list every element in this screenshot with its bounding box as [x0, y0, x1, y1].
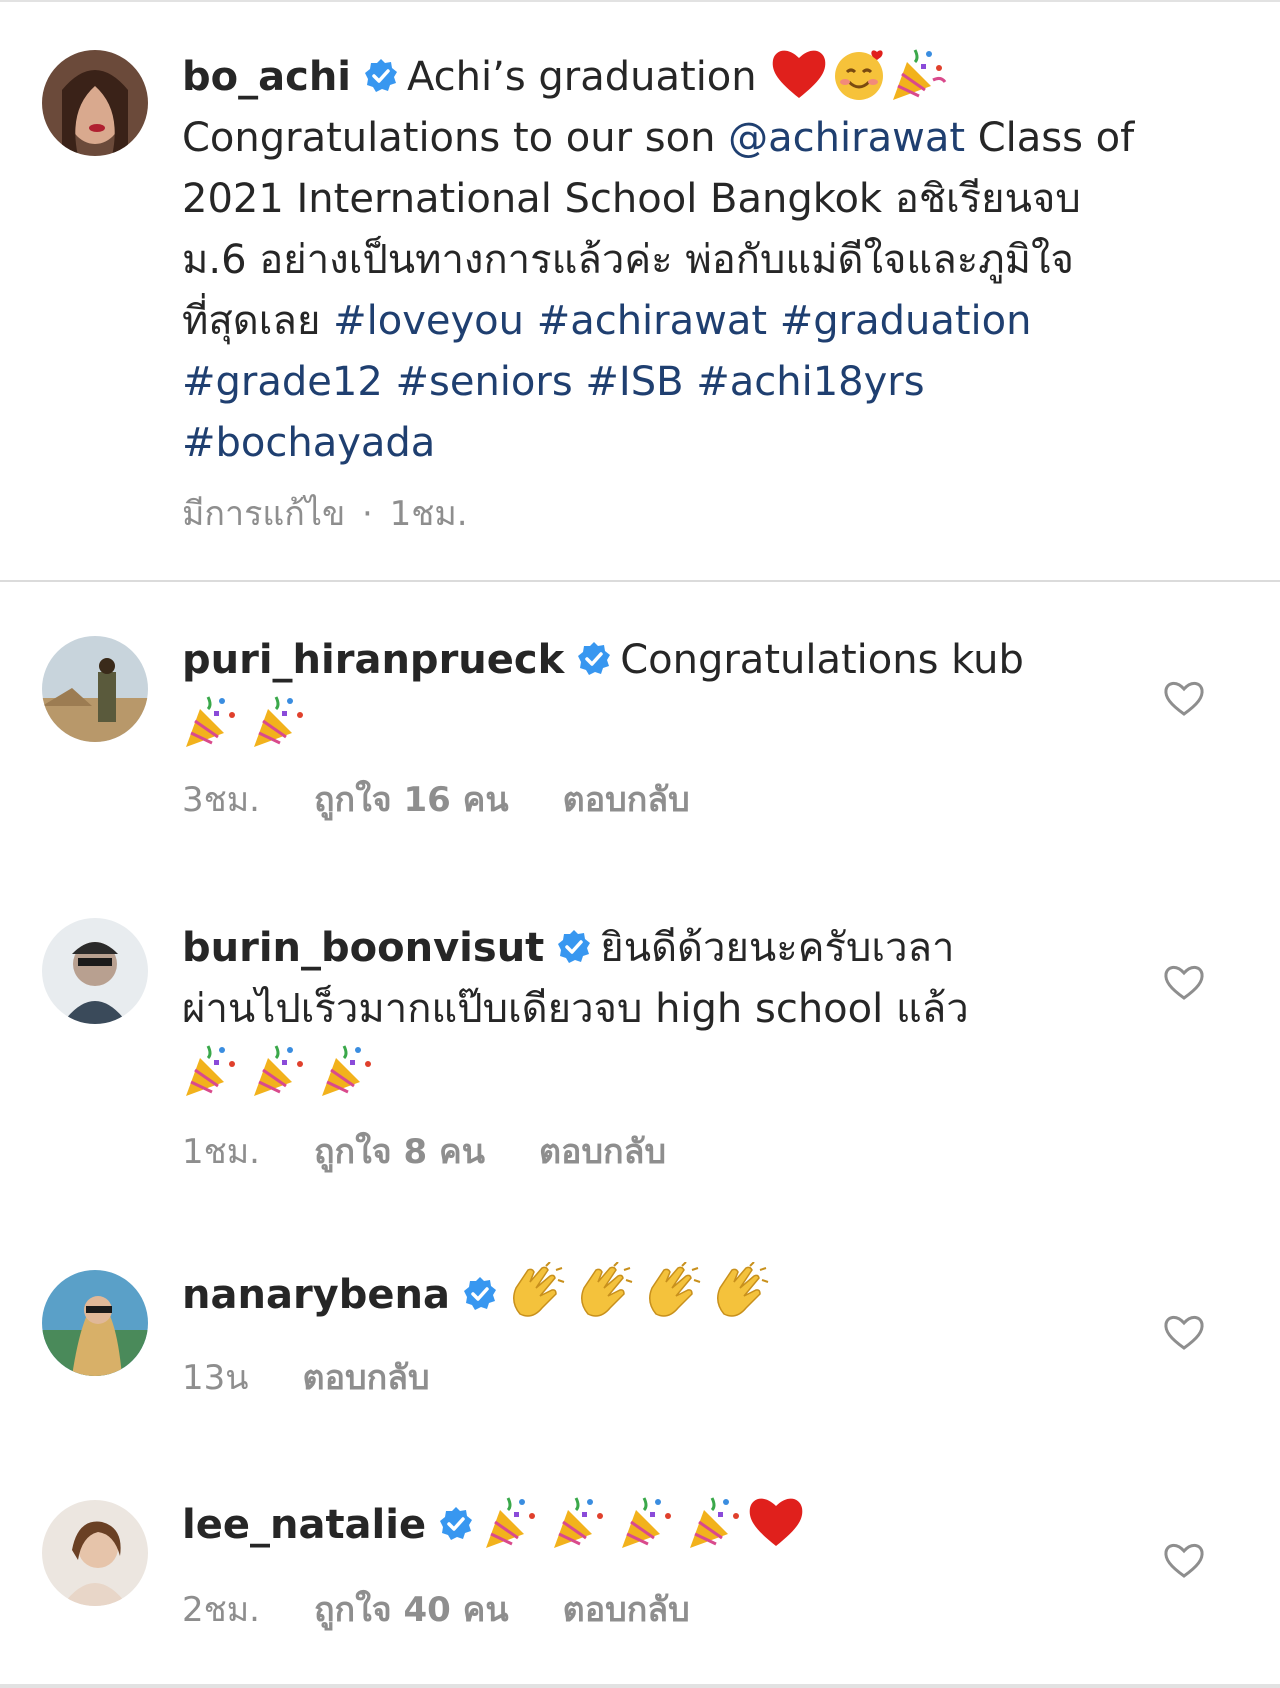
hashtag-links[interactable]: #loveyou #achirawat #graduation — [333, 298, 1031, 344]
comment-meta: 1ชม. ถูกใจ 8 คน ตอบกลับ — [182, 1124, 666, 1178]
party-popper-icon — [618, 1492, 678, 1550]
hashtag-links[interactable]: #bochayada — [182, 413, 1232, 474]
party-popper-icon — [550, 1492, 610, 1550]
comment-meta: 13น ตอบกลับ — [182, 1350, 430, 1404]
post-username[interactable]: bo_achi — [182, 54, 351, 100]
comment-username[interactable]: burin_boonvisut — [182, 925, 544, 971]
mention-link[interactable]: @achirawat — [728, 115, 965, 161]
party-popper-icon — [889, 44, 949, 102]
party-popper-icon — [250, 691, 310, 749]
party-popper-icon — [686, 1492, 746, 1550]
comment-meta: 3ชม. ถูกใจ 16 คน ตอบกลับ — [182, 772, 690, 826]
clapping-hands-icon — [574, 1262, 634, 1320]
party-popper-icon — [482, 1492, 542, 1550]
heart-outline-icon[interactable] — [1162, 962, 1206, 1002]
comment-username[interactable]: puri_hiranprueck — [182, 637, 564, 683]
clapping-hands-icon — [642, 1262, 702, 1320]
caption-line-5: ที่สุดเลย #loveyou #achirawat #graduatio… — [182, 298, 1032, 344]
clapping-hands-icon — [506, 1262, 566, 1320]
party-popper-icon — [182, 691, 242, 749]
smiling-face-with-hearts-icon — [829, 44, 889, 102]
red-heart-icon — [769, 44, 829, 102]
avatar[interactable] — [42, 636, 148, 742]
caption-line-3: 2021 International School Bangkok อชิเรี… — [182, 176, 1081, 222]
comment-text: ผ่านไปเร็วมากแป๊บเดียวจบ high school แล้… — [182, 986, 969, 1032]
edited-label: มีการแก้ไข — [182, 494, 346, 534]
red-heart-icon — [746, 1492, 806, 1550]
reply-button[interactable]: ตอบกลับ — [563, 1590, 690, 1630]
post-meta: มีการแก้ไข · 1ชม. — [182, 486, 468, 540]
heart-outline-icon[interactable] — [1162, 1312, 1206, 1352]
comment-time[interactable]: 1ชม. — [182, 1124, 260, 1178]
avatar[interactable] — [42, 1500, 148, 1606]
reply-button[interactable]: ตอบกลับ — [539, 1132, 666, 1172]
comment-text: Congratulations kub — [620, 637, 1024, 683]
heart-outline-icon[interactable] — [1162, 678, 1206, 718]
reply-button[interactable]: ตอบกลับ — [563, 780, 690, 820]
caption-title: Achi’s graduation — [407, 54, 757, 100]
top-border — [0, 0, 1280, 2]
comment-time[interactable]: 13น — [182, 1350, 249, 1404]
avatar[interactable] — [42, 50, 148, 156]
likes-count[interactable]: ถูกใจ 16 คน — [314, 780, 509, 820]
clapping-hands-icon — [710, 1262, 770, 1320]
verified-badge-icon — [438, 1506, 474, 1542]
bottom-border — [0, 1684, 1280, 1688]
likes-count[interactable]: ถูกใจ 8 คน — [314, 1132, 485, 1172]
caption-line-2: Congratulations to our son @achirawat Cl… — [182, 115, 1135, 161]
likes-count[interactable]: ถูกใจ 40 คน — [314, 1590, 509, 1630]
verified-badge-icon — [462, 1276, 498, 1312]
comment-username[interactable]: nanarybena — [182, 1272, 450, 1318]
verified-badge-icon — [576, 641, 612, 677]
party-popper-icon — [182, 1040, 242, 1098]
avatar[interactable] — [42, 918, 148, 1024]
reply-button[interactable]: ตอบกลับ — [303, 1358, 430, 1398]
heart-outline-icon[interactable] — [1162, 1540, 1206, 1580]
verified-badge-icon — [363, 58, 399, 94]
hashtag-links[interactable]: #grade12 #seniors #ISB #achi18yrs — [182, 352, 1232, 413]
separator: · — [362, 494, 373, 534]
caption-line-1: bo_achi Achi’s graduation — [182, 44, 1232, 108]
comment-meta: 2ชม. ถูกใจ 40 คน ตอบกลับ — [182, 1582, 690, 1636]
comment-text: ยินดีด้วยนะครับเวลา — [600, 925, 955, 971]
divider — [0, 580, 1280, 582]
comment-username[interactable]: lee_natalie — [182, 1502, 426, 1548]
verified-badge-icon — [556, 929, 592, 965]
comment-time[interactable]: 3ชม. — [182, 772, 260, 826]
avatar[interactable] — [42, 1270, 148, 1376]
caption-line-4: ม.6 อย่างเป็นทางการแล้วค่ะ พ่อกับแม่ดีใจ… — [182, 237, 1074, 283]
comment-time[interactable]: 2ชม. — [182, 1582, 260, 1636]
party-popper-icon — [250, 1040, 310, 1098]
party-popper-icon — [318, 1040, 378, 1098]
post-time[interactable]: 1ชม. — [390, 486, 468, 540]
